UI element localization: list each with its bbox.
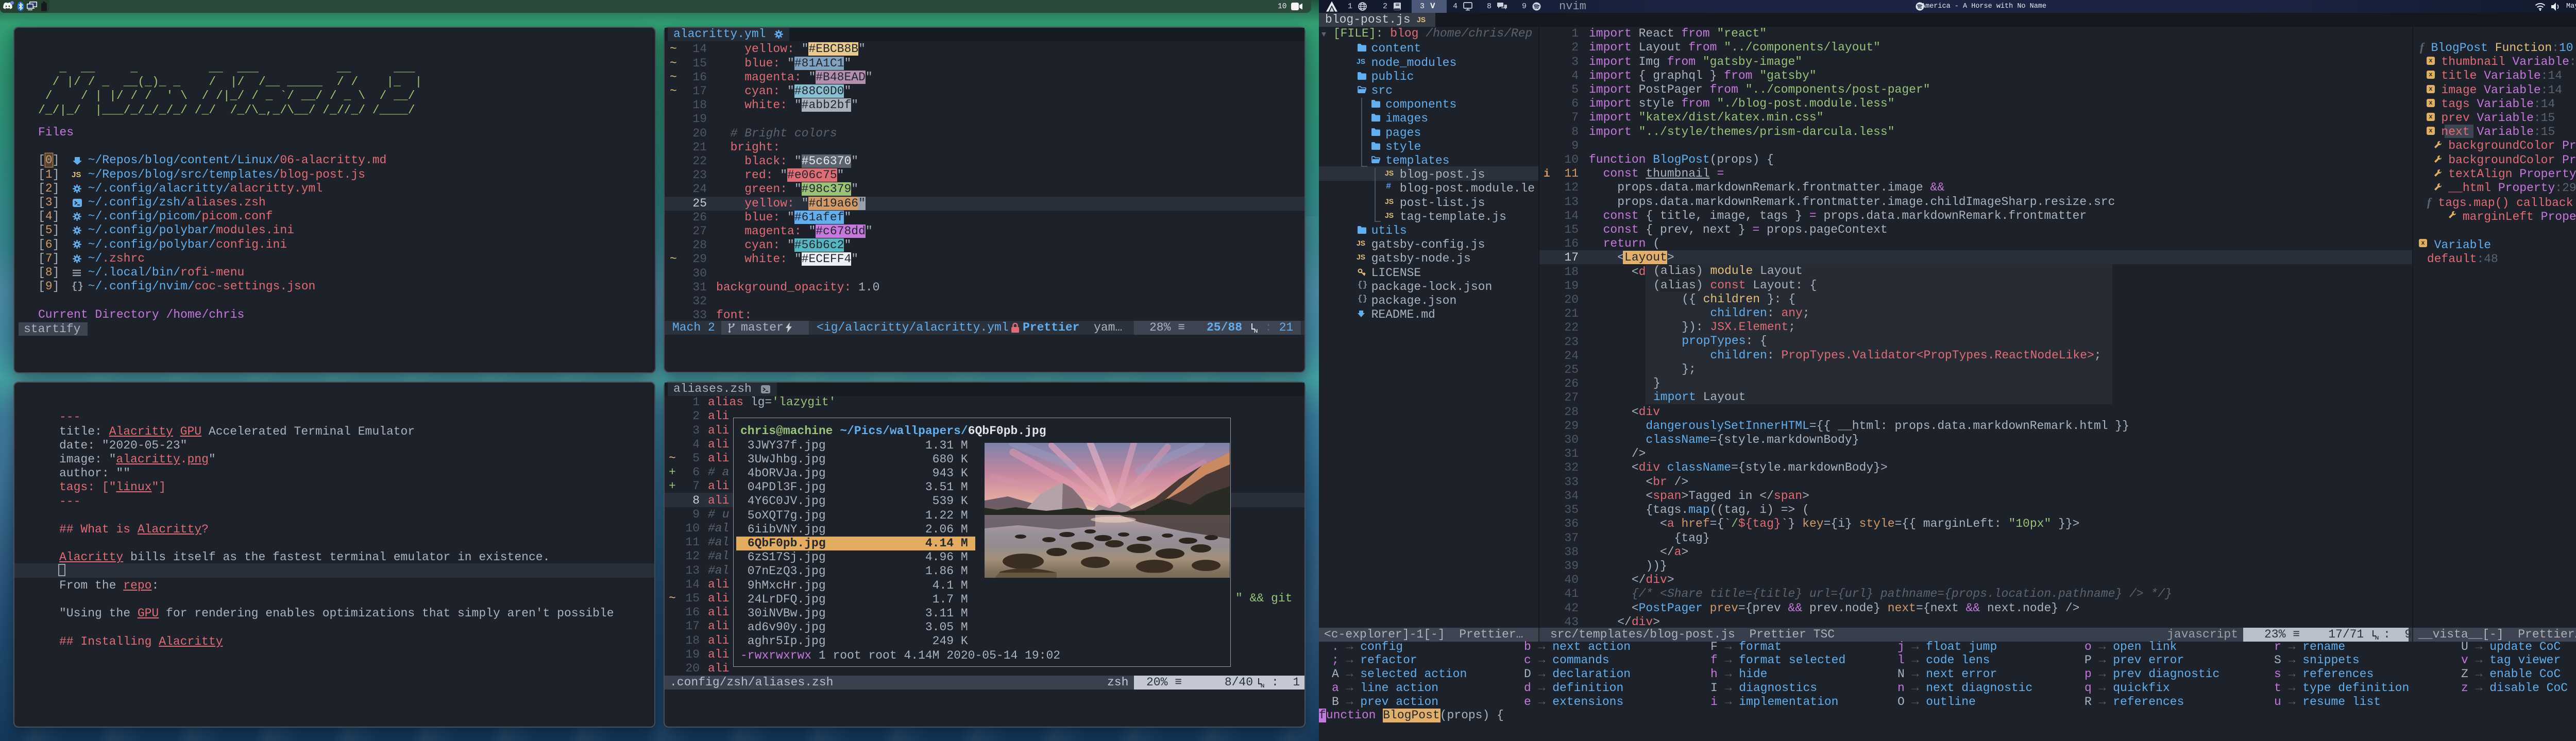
svg-text:N: N [1254, 329, 1258, 333]
svg-text:N: N [1261, 683, 1264, 688]
